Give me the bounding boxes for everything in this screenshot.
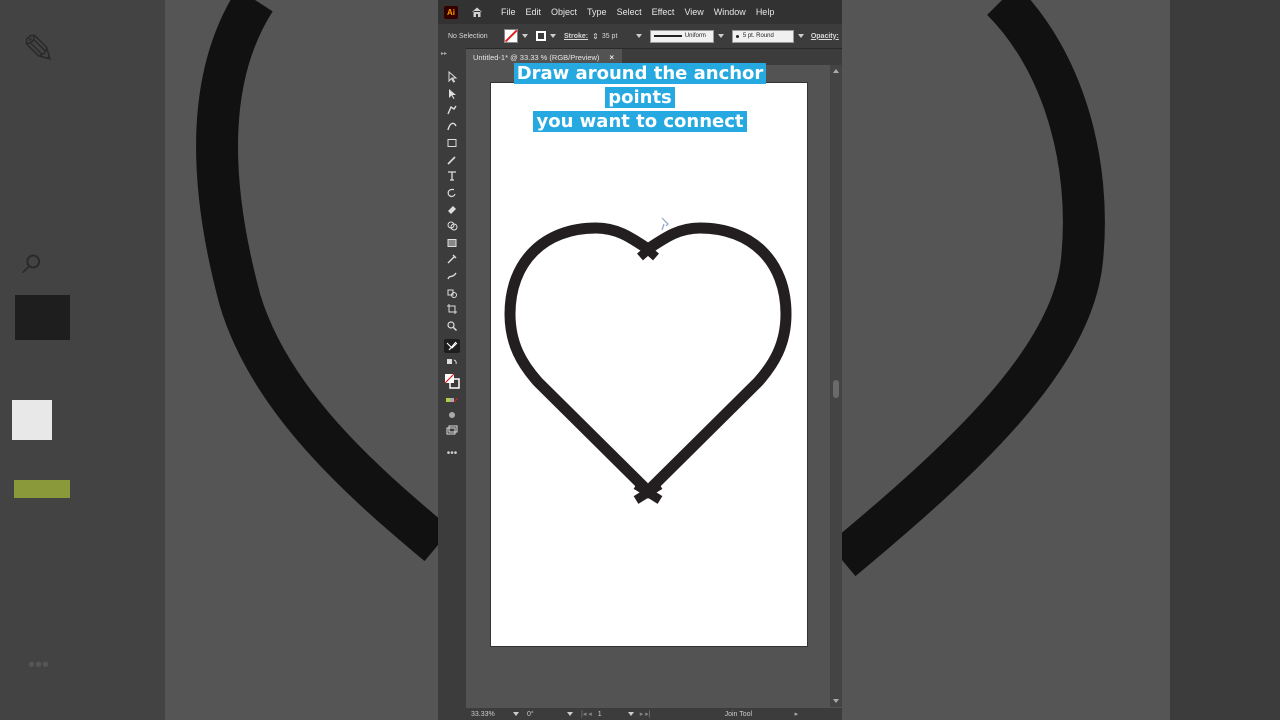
paintbrush-tool-icon[interactable] — [444, 153, 460, 167]
artboard-number[interactable]: 1 — [598, 711, 624, 718]
menu-object[interactable]: Object — [551, 7, 577, 17]
current-tool-status: Join Tool — [724, 710, 753, 718]
pen-tool-icon[interactable] — [444, 103, 460, 117]
close-icon[interactable]: × — [609, 53, 614, 62]
tools-panel: ▸▸ ••• — [438, 48, 466, 720]
rotate-tool-icon[interactable] — [444, 186, 460, 200]
fill-none-swatch-icon[interactable] — [504, 29, 518, 43]
chevron-down-icon[interactable] — [717, 34, 724, 38]
bg-zoom-icon: ⌕ — [22, 238, 45, 282]
caption-line-2: you want to connect — [533, 111, 747, 132]
eyedropper-tool-icon[interactable] — [444, 252, 460, 266]
profile-line-icon — [653, 35, 682, 37]
draw-mode-icon[interactable] — [444, 408, 460, 422]
home-icon[interactable] — [470, 5, 484, 19]
chevron-down-icon[interactable] — [797, 34, 804, 38]
zoom-level[interactable]: 33.33% — [471, 711, 509, 718]
scroll-down-icon[interactable] — [833, 699, 839, 703]
scrollbar-thumb[interactable] — [833, 380, 839, 398]
menu-bar: Ai File Edit Object Type Select Effect V… — [438, 0, 842, 24]
curvature-tool-icon[interactable] — [444, 119, 460, 133]
rectangle-tool-icon[interactable] — [444, 136, 460, 150]
zoom-tool-icon[interactable] — [444, 319, 460, 333]
rotation-field[interactable]: 0° — [527, 711, 563, 718]
opacity-label[interactable]: Opacity: — [811, 33, 839, 40]
menu-effect[interactable]: Effect — [652, 7, 675, 17]
artboard-tool-icon[interactable] — [444, 302, 460, 316]
brush-definition[interactable]: 5 pt. Round — [731, 29, 794, 43]
bg-fill-swatch-icon — [12, 400, 52, 440]
screen-mode-icon[interactable] — [444, 424, 460, 438]
type-tool-icon[interactable] — [444, 169, 460, 183]
gradient-tool-icon[interactable] — [444, 236, 460, 250]
artboard-nav-next-icon[interactable]: ▸ ▸| — [640, 710, 651, 718]
shape-builder-tool-icon[interactable] — [444, 219, 460, 233]
chevron-down-icon[interactable] — [627, 712, 634, 716]
stroke-color-control[interactable] — [536, 31, 556, 41]
fill-control[interactable] — [504, 29, 528, 43]
chevron-down-icon[interactable] — [567, 712, 573, 716]
join-cursor-icon — [661, 217, 669, 231]
menu-window[interactable]: Window — [714, 7, 746, 17]
swap-fill-stroke-icon[interactable] — [444, 357, 460, 371]
selection-status: No Selection — [448, 32, 488, 40]
panel-grip-icon[interactable]: ▸▸ — [441, 50, 447, 57]
caption-line-1: Draw around the anchor points — [513, 63, 767, 108]
background-heart-left — [196, 0, 438, 562]
menu-file[interactable]: File — [501, 7, 516, 17]
join-tool-icon[interactable] — [444, 339, 460, 353]
bg-color-mode-icon — [14, 480, 70, 498]
direct-selection-tool-icon[interactable] — [444, 87, 460, 101]
heart-path[interactable] — [490, 82, 806, 645]
stroke-swatch-icon[interactable] — [536, 31, 546, 41]
menu-help[interactable]: Help — [756, 7, 775, 17]
background-heart-right — [842, 0, 1105, 577]
menu-view[interactable]: View — [684, 7, 703, 17]
status-menu-icon[interactable]: ▸ — [795, 710, 799, 718]
menu-edit[interactable]: Edit — [526, 7, 542, 17]
bg-join-tool-icon — [15, 295, 70, 340]
chevron-down-icon[interactable] — [635, 34, 642, 38]
color-mode-icon[interactable] — [444, 394, 460, 408]
scroll-up-icon[interactable] — [833, 69, 839, 73]
symbol-sprayer-icon[interactable] — [444, 286, 460, 300]
bg-more-icon: ••• — [28, 654, 50, 676]
chevron-down-icon[interactable] — [522, 34, 528, 38]
variable-width-profile[interactable]: Uniform — [649, 29, 714, 43]
document-tab-title: Untitled-1* @ 33.33 % (RGB/Preview) — [473, 52, 600, 62]
fill-stroke-icon[interactable] — [444, 372, 460, 390]
menu-select[interactable]: Select — [617, 7, 642, 17]
chevron-down-icon[interactable] — [550, 34, 556, 38]
menu-type[interactable]: Type — [587, 7, 607, 17]
background-blur-right — [842, 0, 1280, 720]
round-brush-icon — [735, 34, 739, 38]
stroke-label[interactable]: Stroke: — [564, 33, 588, 40]
chevron-down-icon[interactable] — [513, 712, 519, 716]
stroke-weight-field[interactable]: 35 pt — [602, 33, 632, 40]
more-tools-icon[interactable]: ••• — [444, 446, 460, 460]
eraser-tool-icon[interactable] — [444, 202, 460, 216]
app-logo: Ai — [444, 5, 458, 19]
background-blur-left: ✎ ⌕ ••• — [0, 0, 438, 720]
vertical-scrollbar[interactable] — [830, 65, 842, 707]
tutorial-caption: Draw around the anchor points you want t… — [481, 62, 799, 134]
puppet-warp-tool-icon[interactable] — [444, 269, 460, 283]
selection-tool-icon[interactable] — [444, 70, 460, 84]
control-bar: No Selection Stroke: ⇕ 35 pt Uniform 5 p… — [438, 24, 842, 49]
status-bar: 33.33% 0° |◂ ◂ 1 ▸ ▸| Join Tool ▸ — [466, 708, 842, 720]
stepper-icon[interactable]: ⇕ — [592, 32, 599, 41]
bg-eyedropper-icon: ✎ — [22, 28, 56, 72]
artboard-nav-prev-icon[interactable]: |◂ ◂ — [581, 710, 592, 718]
